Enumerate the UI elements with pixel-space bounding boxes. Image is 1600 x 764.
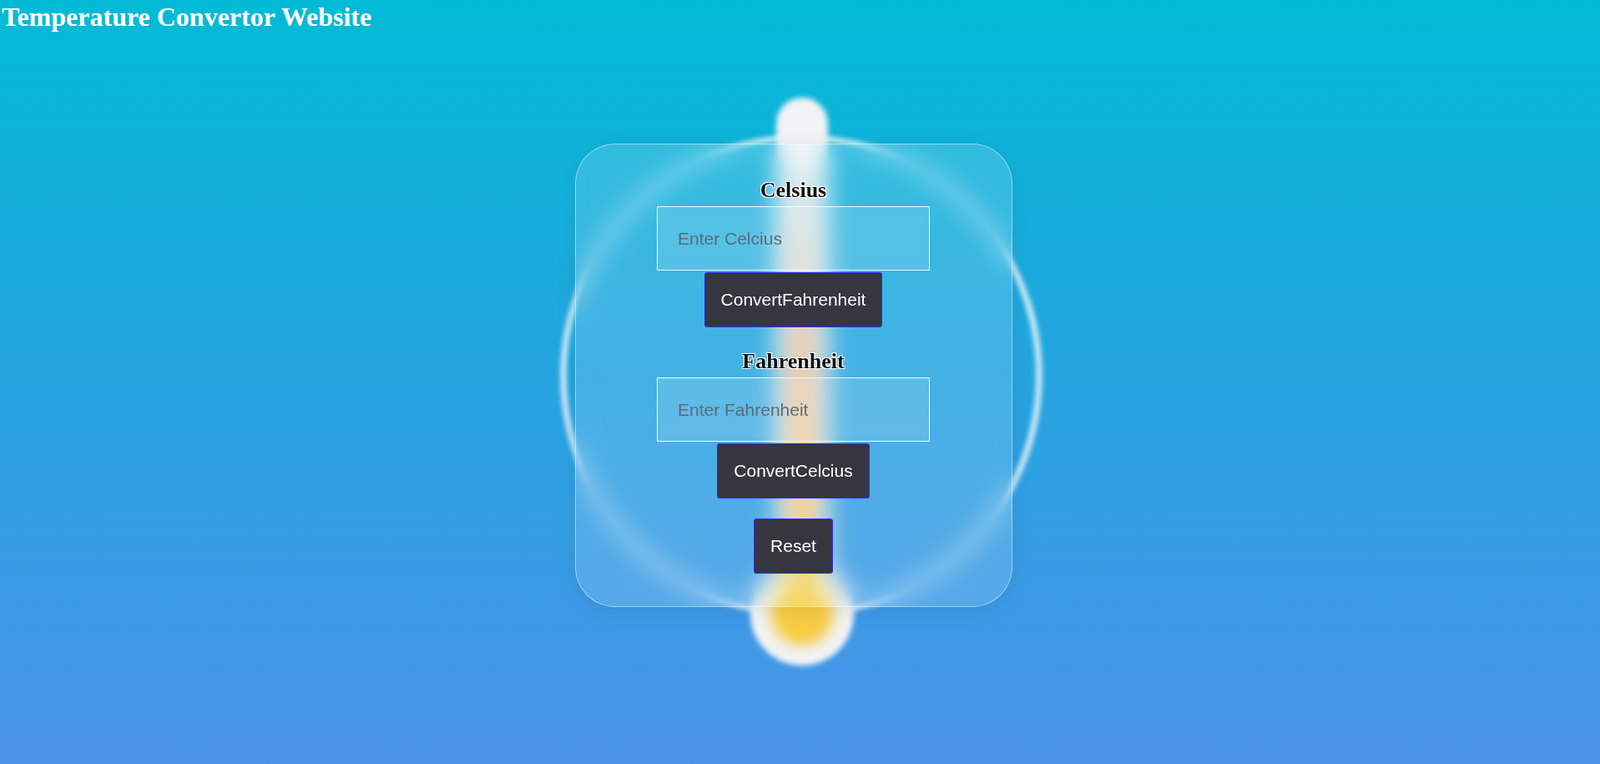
reset-button[interactable]: Reset — [753, 518, 833, 574]
stage: Celsius ConvertFahrenheit Fahrenheit Conver… — [0, 33, 1600, 607]
unit-heading: Celsius — [760, 177, 827, 203]
convert-button[interactable]: ConvertCelcius — [716, 443, 869, 499]
page-title: Temperature Convertor Website — [0, 0, 1600, 34]
converter-group: Celsius ConvertFahrenheit — [656, 177, 930, 328]
converter-card: Celsius ConvertFahrenheit Fahrenheit Conver… — [575, 143, 1013, 607]
unit-heading: Fahrenheit — [741, 348, 844, 374]
converter-group: Fahrenheit ConvertCelcius — [656, 348, 930, 499]
app: Temperature Convertor Website Celsius Conv… — [0, 0, 1600, 607]
temperature-input[interactable] — [656, 377, 930, 442]
convert-button[interactable]: ConvertFahrenheit — [704, 272, 884, 328]
temperature-input[interactable] — [656, 206, 930, 271]
